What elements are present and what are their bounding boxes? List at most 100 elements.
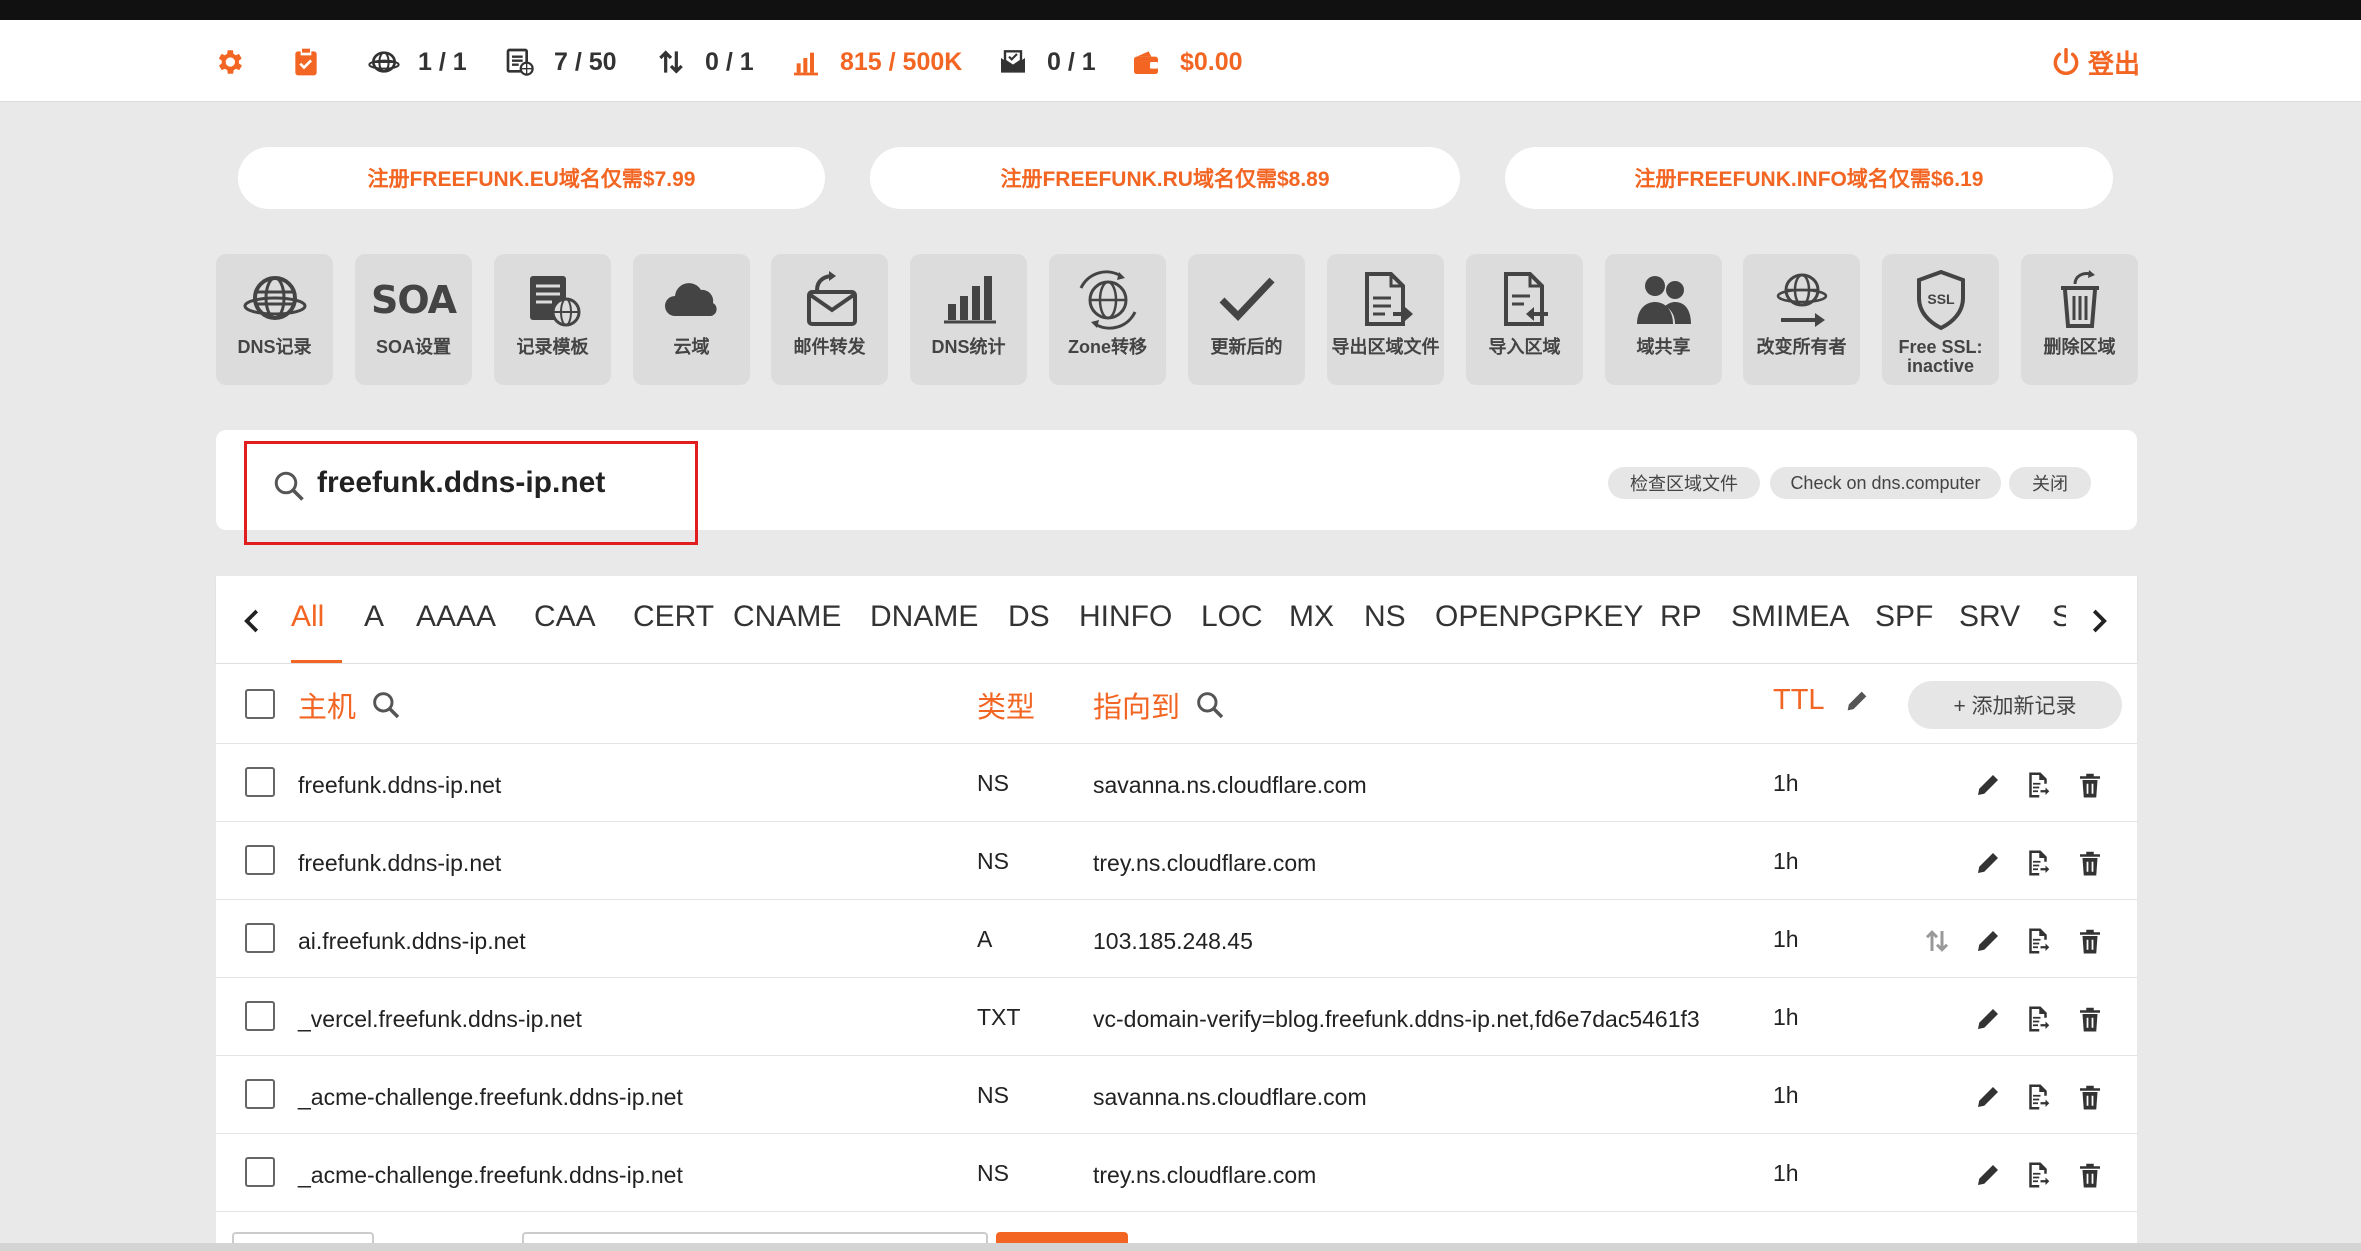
tab-more[interactable]: S xyxy=(2052,600,2066,634)
tool-record-templates[interactable]: 记录模板 xyxy=(494,254,611,385)
record-host[interactable]: freefunk.ddns-ip.net xyxy=(298,850,501,877)
tool-label: 改变所有者 xyxy=(1756,337,1847,357)
edit-button[interactable] xyxy=(1973,848,2003,878)
edit-button[interactable] xyxy=(1973,770,2003,800)
tool-delete-zone[interactable]: 删除区域 xyxy=(2021,254,2138,385)
row-checkbox[interactable] xyxy=(245,1157,275,1187)
record-ttl[interactable]: 1h xyxy=(1773,770,1799,797)
tool-updated[interactable]: 更新后的 xyxy=(1188,254,1305,385)
domain-title-box[interactable]: freefunk.ddns-ip.net xyxy=(244,441,698,545)
record-ttl[interactable]: 1h xyxy=(1773,1160,1799,1187)
export-record-button[interactable] xyxy=(2023,1004,2053,1034)
tool-soa-settings[interactable]: SOA SOA设置 xyxy=(355,254,472,385)
record-ttl[interactable]: 1h xyxy=(1773,926,1799,953)
tool-import-zone[interactable]: 导入区域 xyxy=(1466,254,1583,385)
ttl-column-header[interactable]: TTL xyxy=(1773,684,1871,717)
type-column-header[interactable]: 类型 xyxy=(977,684,1035,726)
edit-button[interactable] xyxy=(1973,1082,2003,1112)
tool-free-ssl[interactable]: SSL Free SSL: inactive xyxy=(1882,254,1999,385)
record-host[interactable]: _acme-challenge.freefunk.ddns-ip.net xyxy=(298,1162,683,1189)
check-dns-computer-button[interactable]: Check on dns.computer xyxy=(1770,467,2001,499)
row-checkbox[interactable] xyxy=(245,767,275,797)
record-ttl[interactable]: 1h xyxy=(1773,1004,1799,1031)
tab-openpgpkey[interactable]: OPENPGPKEY xyxy=(1435,600,1643,634)
pencil-icon[interactable] xyxy=(1843,687,1871,715)
record-value[interactable]: trey.ns.cloudflare.com xyxy=(1093,850,1316,877)
tab-aaaa[interactable]: AAAA xyxy=(416,600,496,634)
edit-button[interactable] xyxy=(1973,1004,2003,1034)
close-button[interactable]: 关闭 xyxy=(2009,467,2091,499)
promo-eu[interactable]: 注册FREEFUNK.EU域名仅需$7.99 xyxy=(238,147,825,209)
tab-hinfo[interactable]: HINFO xyxy=(1079,600,1172,634)
host-column-header[interactable]: 主机 xyxy=(298,684,402,726)
row-checkbox[interactable] xyxy=(245,1079,275,1109)
delete-button[interactable] xyxy=(2075,1160,2105,1190)
record-value[interactable]: trey.ns.cloudflare.com xyxy=(1093,1162,1316,1189)
edit-button[interactable] xyxy=(1973,926,2003,956)
tab-all[interactable]: All xyxy=(291,600,324,634)
tab-cname[interactable]: CNAME xyxy=(733,600,841,634)
tool-change-owner[interactable]: 改变所有者 xyxy=(1743,254,1860,385)
row-checkbox[interactable] xyxy=(245,923,275,953)
export-record-button[interactable] xyxy=(2023,1160,2053,1190)
tab-dname[interactable]: DNAME xyxy=(870,600,978,634)
promo-ru[interactable]: 注册FREEFUNK.RU域名仅需$8.89 xyxy=(870,147,1460,209)
tab-spf[interactable]: SPF xyxy=(1875,600,1933,634)
tool-domain-sharing[interactable]: 域共享 xyxy=(1605,254,1722,385)
tab-a[interactable]: A xyxy=(364,600,384,634)
settings-button[interactable] xyxy=(213,46,263,78)
delete-button[interactable] xyxy=(2075,926,2105,956)
record-host[interactable]: ai.freefunk.ddns-ip.net xyxy=(298,928,526,955)
tab-ds[interactable]: DS xyxy=(1008,600,1050,634)
logout-button[interactable]: 登出 xyxy=(2050,44,2140,81)
tool-zone-transfer[interactable]: Zone转移 xyxy=(1049,254,1166,385)
tasks-button[interactable] xyxy=(290,46,340,78)
tab-ns[interactable]: NS xyxy=(1364,600,1406,634)
tool-export-zone[interactable]: 导出区域文件 xyxy=(1327,254,1444,385)
delete-button[interactable] xyxy=(2075,770,2105,800)
edit-button[interactable] xyxy=(1973,1160,2003,1190)
tab-loc[interactable]: LOC xyxy=(1201,600,1263,634)
search-icon[interactable] xyxy=(370,689,402,721)
tool-mail-forwarding[interactable]: 邮件转发 xyxy=(771,254,888,385)
tab-rp[interactable]: RP xyxy=(1660,600,1702,634)
checkmark-icon xyxy=(1219,277,1275,322)
record-ttl[interactable]: 1h xyxy=(1773,848,1799,875)
tab-mx[interactable]: MX xyxy=(1289,600,1334,634)
record-value[interactable]: savanna.ns.cloudflare.com xyxy=(1093,772,1367,799)
tool-cloud-domain[interactable]: 云域 xyxy=(633,254,750,385)
record-value[interactable]: savanna.ns.cloudflare.com xyxy=(1093,1084,1367,1111)
record-value[interactable]: vc-domain-verify=blog.freefunk.ddns-ip.n… xyxy=(1093,1006,1700,1033)
export-record-button[interactable] xyxy=(2023,848,2053,878)
promo-info[interactable]: 注册FREEFUNK.INFO域名仅需$6.19 xyxy=(1505,147,2113,209)
select-all-checkbox[interactable] xyxy=(245,689,275,719)
record-host[interactable]: freefunk.ddns-ip.net xyxy=(298,772,501,799)
tab-caa[interactable]: CAA xyxy=(534,600,596,634)
chevron-right-icon[interactable] xyxy=(2083,604,2113,638)
delete-button[interactable] xyxy=(2075,1082,2105,1112)
record-ttl[interactable]: 1h xyxy=(1773,1082,1799,1109)
record-host[interactable]: _vercel.freefunk.ddns-ip.net xyxy=(298,1006,582,1033)
add-record-button[interactable]: + 添加新记录 xyxy=(1908,681,2122,729)
delete-button[interactable] xyxy=(2075,1004,2105,1034)
row-checkbox[interactable] xyxy=(245,845,275,875)
tool-dns-stats[interactable]: DNS统计 xyxy=(910,254,1027,385)
row-checkbox[interactable] xyxy=(245,1001,275,1031)
export-record-button[interactable] xyxy=(2023,926,2053,956)
search-icon[interactable] xyxy=(1194,689,1226,721)
tab-cert[interactable]: CERT xyxy=(633,600,714,634)
tool-dns-records[interactable]: DNS记录 xyxy=(216,254,333,385)
check-zone-file-button[interactable]: 检查区域文件 xyxy=(1608,467,1760,499)
tab-smimea[interactable]: SMIMEA xyxy=(1731,600,1849,634)
export-record-button[interactable] xyxy=(2023,770,2053,800)
record-host[interactable]: _acme-challenge.freefunk.ddns-ip.net xyxy=(298,1084,683,1111)
ttl-header-label: TTL xyxy=(1773,684,1825,716)
delete-button[interactable] xyxy=(2075,848,2105,878)
record-type: NS xyxy=(977,1082,1009,1108)
swap-button[interactable] xyxy=(1922,926,1952,956)
records-count: 7 / 50 xyxy=(554,47,617,76)
record-value[interactable]: 103.185.248.45 xyxy=(1093,928,1253,955)
points-to-column-header[interactable]: 指向到 xyxy=(1093,684,1226,726)
export-record-button[interactable] xyxy=(2023,1082,2053,1112)
tab-srv[interactable]: SRV xyxy=(1959,600,2020,634)
